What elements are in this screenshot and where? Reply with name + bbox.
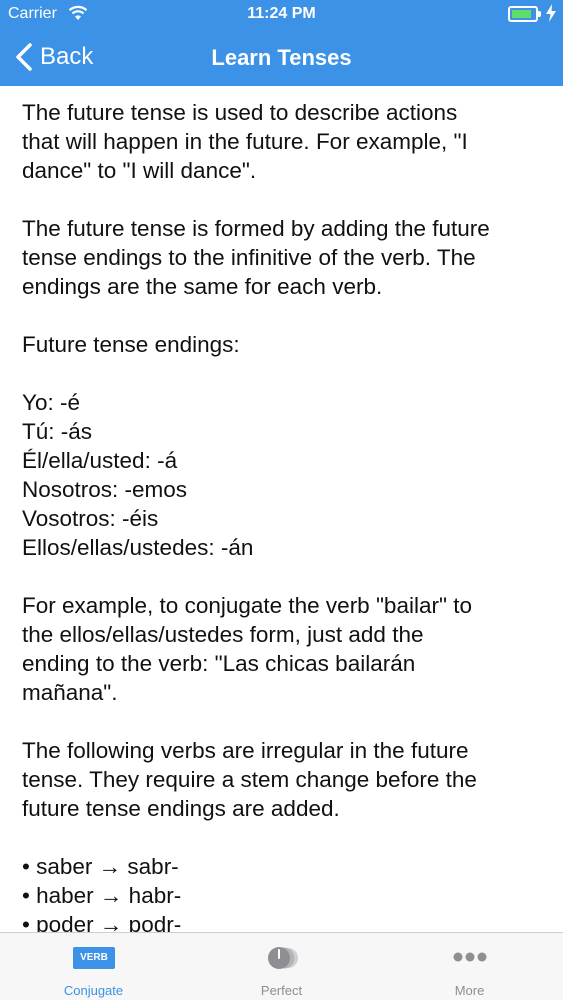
tab-conjugate[interactable]: VERB Conjugate bbox=[0, 933, 187, 1000]
navigation-bar: Back Learn Tenses bbox=[0, 30, 563, 86]
charging-bolt-icon bbox=[546, 4, 556, 22]
tab-more[interactable]: More bbox=[376, 933, 563, 1000]
list-item: • haber → habr- bbox=[22, 883, 182, 908]
tab-perfect[interactable]: Perfect bbox=[188, 933, 375, 1000]
tab-label: Perfect bbox=[260, 983, 303, 998]
lesson-text[interactable]: The future tense is used to describe act… bbox=[22, 98, 552, 932]
battery-fill bbox=[512, 10, 531, 18]
endings-list: Yo: -é Tú: -ás Él/ella/usted: -á Nosotro… bbox=[22, 388, 552, 562]
battery-icon bbox=[508, 6, 541, 22]
tab-label: More bbox=[454, 983, 485, 998]
irregular-paragraph: The following verbs are irregular in the… bbox=[22, 738, 477, 821]
irregular-list: • saber → sabr- • haber → habr- • poder … bbox=[22, 852, 552, 932]
example-paragraph: For example, to conjugate the verb "bail… bbox=[22, 593, 472, 705]
list-item: Él/ella/usted: -á bbox=[22, 448, 178, 473]
tab-bar: VERB Conjugate Perfect More bbox=[0, 932, 563, 1000]
list-item: Vosotros: -éis bbox=[22, 506, 159, 531]
page-title: Learn Tenses bbox=[211, 45, 352, 70]
intro-paragraph: The future tense is used to describe act… bbox=[22, 100, 468, 183]
tab-label: Conjugate bbox=[63, 983, 124, 998]
more-icon bbox=[453, 952, 487, 962]
verb-icon: VERB bbox=[73, 947, 115, 969]
list-item: • poder → podr- bbox=[22, 912, 182, 932]
list-item: Ellos/ellas/ustedes: -án bbox=[22, 535, 254, 560]
status-bar: Carrier 11:24 PM bbox=[0, 0, 563, 30]
perfect-icon bbox=[268, 947, 298, 969]
list-item: Tú: -ás bbox=[22, 419, 93, 444]
list-item: • saber → sabr- bbox=[22, 854, 179, 879]
endings-heading: Future tense endings: bbox=[22, 332, 240, 357]
list-item: Yo: -é bbox=[22, 390, 80, 415]
list-item: Nosotros: -emos bbox=[22, 477, 188, 502]
formation-paragraph: The future tense is formed by adding the… bbox=[22, 216, 490, 299]
clock: 11:24 PM bbox=[247, 5, 316, 22]
